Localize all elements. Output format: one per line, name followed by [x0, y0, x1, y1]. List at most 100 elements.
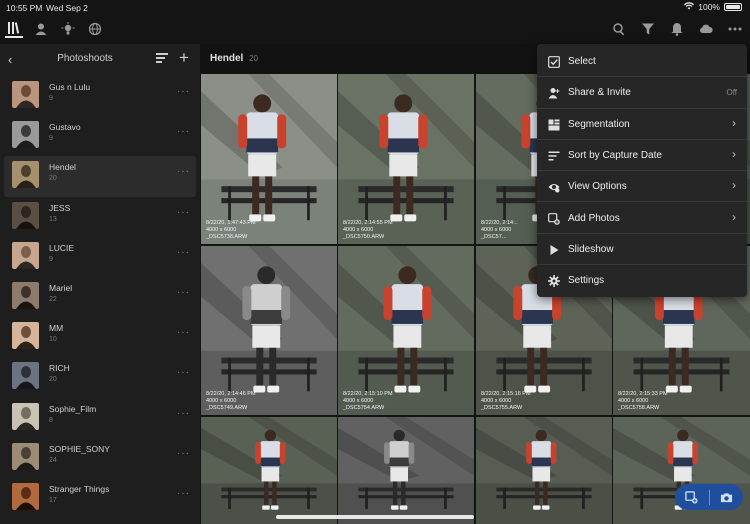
- photo-tile[interactable]: 8/22/20, 2:14:46 PM 4000 x 6000 _DSC5749.A…: [201, 246, 337, 415]
- battery-percent: 100%: [698, 2, 720, 12]
- status-date: Wed Sep 2: [46, 3, 88, 13]
- photo-metadata: 8/22/20, 2:14:.. 4000 x 6000 _DSC57...: [481, 220, 518, 241]
- photo-dimensions: 4000 x 6000: [618, 398, 649, 404]
- sidebar-item-rich[interactable]: RICH 20 ···: [0, 357, 200, 397]
- photo-filename: _DSC57...: [481, 234, 507, 240]
- photo-capture-date: 8/22/20, 2:15:33 PM: [618, 391, 668, 397]
- battery-icon: [724, 3, 742, 11]
- album-list: Gus n Lulu 9 ··· Gustavo 9 ··· Hendel 20 ··· JESS…: [0, 76, 200, 518]
- share-icon: [548, 86, 560, 99]
- album-more-icon[interactable]: ···: [177, 86, 190, 97]
- album-more-icon[interactable]: ···: [177, 488, 190, 499]
- photo-dimensions: 4000 x 6000: [206, 227, 237, 233]
- photo-tile[interactable]: 8/22/20, 2:15:10 PM 4000 x 6000 _DSC5754.A…: [338, 246, 474, 415]
- photo-tile[interactable]: [476, 417, 612, 524]
- sidebar-item-lucie[interactable]: LUCIE 9 ···: [0, 237, 200, 277]
- menu-item-share-invite[interactable]: Share & Invite Off: [537, 77, 747, 109]
- filter-icon[interactable]: [639, 20, 657, 38]
- import-photos-button[interactable]: [675, 484, 709, 510]
- album-name: JESS: [49, 202, 71, 213]
- album-name: Stranger Things: [49, 483, 110, 494]
- menu-item-view-options[interactable]: View Options ›: [537, 171, 747, 203]
- status-bar: 10:55 PM Wed Sep 2 100%: [0, 0, 750, 14]
- sidebar-item-sophie-sony[interactable]: SOPHIE_SONY 24 ···: [0, 438, 200, 478]
- people-icon[interactable]: [32, 20, 50, 38]
- sort-icon[interactable]: [156, 53, 168, 65]
- sidebar-item-stranger-things[interactable]: Stranger Things 17 ···: [0, 478, 200, 518]
- photo-tile[interactable]: [201, 417, 337, 524]
- learn-icon[interactable]: [59, 20, 77, 38]
- photo-capture-date: 8/22/20, 2:15:10 PM: [343, 391, 393, 397]
- view-options-icon: [548, 180, 560, 193]
- album-photo-count: 10: [49, 336, 57, 344]
- menu-item-add-photos[interactable]: Add Photos ›: [537, 203, 747, 234]
- menu-item-value: Off: [726, 88, 737, 98]
- camera-button[interactable]: [709, 484, 743, 510]
- album-more-icon[interactable]: ···: [177, 327, 190, 338]
- photo-metadata: 8/22/20, 2:14:46 PM 4000 x 6000 _DSC5749.A…: [206, 391, 256, 412]
- menu-item-segmentation[interactable]: Segmentation ›: [537, 109, 747, 140]
- sidebar-item-hendel[interactable]: Hendel 20 ···: [4, 156, 196, 197]
- search-icon[interactable]: [610, 20, 628, 38]
- menu-item-label: Slideshow: [568, 243, 614, 255]
- photo-metadata: 8/22/20, 2:15:10 PM 4000 x 6000 _DSC5754.A…: [343, 391, 393, 412]
- album-more-icon[interactable]: ···: [177, 126, 190, 137]
- photo-capture-date: 8/22/20, 2:14:46 PM: [206, 391, 256, 397]
- add-album-icon[interactable]: +: [179, 48, 189, 68]
- album-thumbnail: [12, 402, 39, 430]
- sidebar-item-mariel[interactable]: Mariel 22 ···: [0, 277, 200, 317]
- album-thumbnail: [12, 442, 39, 470]
- segmentation-icon: [548, 118, 560, 131]
- settings-icon: [548, 274, 560, 288]
- sidebar-item-sophie-film[interactable]: Sophie_Film 8 ···: [0, 398, 200, 438]
- sidebar-item-gustavo[interactable]: Gustavo 9 ···: [0, 116, 200, 156]
- menu-item-settings[interactable]: Settings: [537, 265, 747, 296]
- album-name: Sophie_Film: [49, 403, 97, 414]
- photo-tile[interactable]: 8/22/20, 1:47:43 PM 4000 x 6000 _DSC5738.A…: [201, 74, 337, 244]
- menu-item-label: Select: [568, 56, 596, 67]
- library-icon[interactable]: [5, 20, 23, 38]
- album-name: Gustavo: [49, 122, 81, 133]
- album-more-icon[interactable]: ···: [177, 166, 190, 177]
- photo-capture-date: 8/22/20, 2:15:16 PM: [481, 391, 531, 397]
- album-more-icon[interactable]: ···: [177, 247, 190, 258]
- menu-item-label: Share & Invite: [568, 87, 631, 99]
- album-more-icon[interactable]: ···: [177, 287, 190, 298]
- album-more-icon[interactable]: ···: [177, 448, 190, 459]
- sidebar-item-jess[interactable]: JESS 13 ···: [0, 197, 200, 237]
- sort-icon: [548, 149, 560, 161]
- top-toolbar: [0, 14, 750, 44]
- more-icon[interactable]: [726, 20, 744, 38]
- community-icon[interactable]: [86, 20, 104, 38]
- notifications-icon[interactable]: [668, 20, 686, 38]
- slideshow-icon: [548, 243, 560, 255]
- album-count: 20: [249, 54, 258, 63]
- photo-dimensions: 4000 x 6000: [343, 398, 374, 404]
- album-photo-count: 20: [49, 175, 57, 183]
- chevron-right-icon: ›: [732, 178, 736, 193]
- album-more-icon[interactable]: ···: [177, 207, 190, 218]
- menu-item-slideshow[interactable]: Slideshow: [537, 234, 747, 266]
- album-more-icon[interactable]: ···: [177, 367, 190, 378]
- sidebar-title: Photoshoots: [57, 53, 113, 64]
- photo-capture-date: 8/22/20, 2:14:55 PM: [343, 220, 393, 226]
- album-name: Mariel: [49, 282, 73, 293]
- photo-filename: _DSC5758.ARW: [618, 405, 660, 411]
- album-thumbnail: [12, 281, 39, 309]
- photo-filename: _DSC5755.ARW: [481, 405, 523, 411]
- sidebar-item-mm[interactable]: MM 10 ···: [0, 317, 200, 357]
- album-name: MM: [49, 323, 64, 334]
- wifi-icon: [684, 2, 695, 12]
- status-time: 10:55 PM: [6, 3, 43, 13]
- cloud-icon[interactable]: [697, 20, 715, 38]
- menu-item-sort-by-capture-date[interactable]: Sort by Capture Date ›: [537, 140, 747, 172]
- home-indicator[interactable]: [276, 515, 474, 519]
- menu-item-select[interactable]: Select: [537, 46, 747, 78]
- photo-filename: _DSC5749.ARW: [206, 405, 248, 411]
- photo-tile[interactable]: [338, 417, 474, 524]
- album-photo-count: 17: [49, 496, 57, 504]
- album-thumbnail: [12, 322, 39, 350]
- photo-tile[interactable]: 8/22/20, 2:14:55 PM 4000 x 6000 _DSC5750.A…: [338, 74, 474, 244]
- album-more-icon[interactable]: ···: [177, 408, 190, 419]
- sidebar-item-gus-n-lulu[interactable]: Gus n Lulu 9 ···: [0, 76, 200, 116]
